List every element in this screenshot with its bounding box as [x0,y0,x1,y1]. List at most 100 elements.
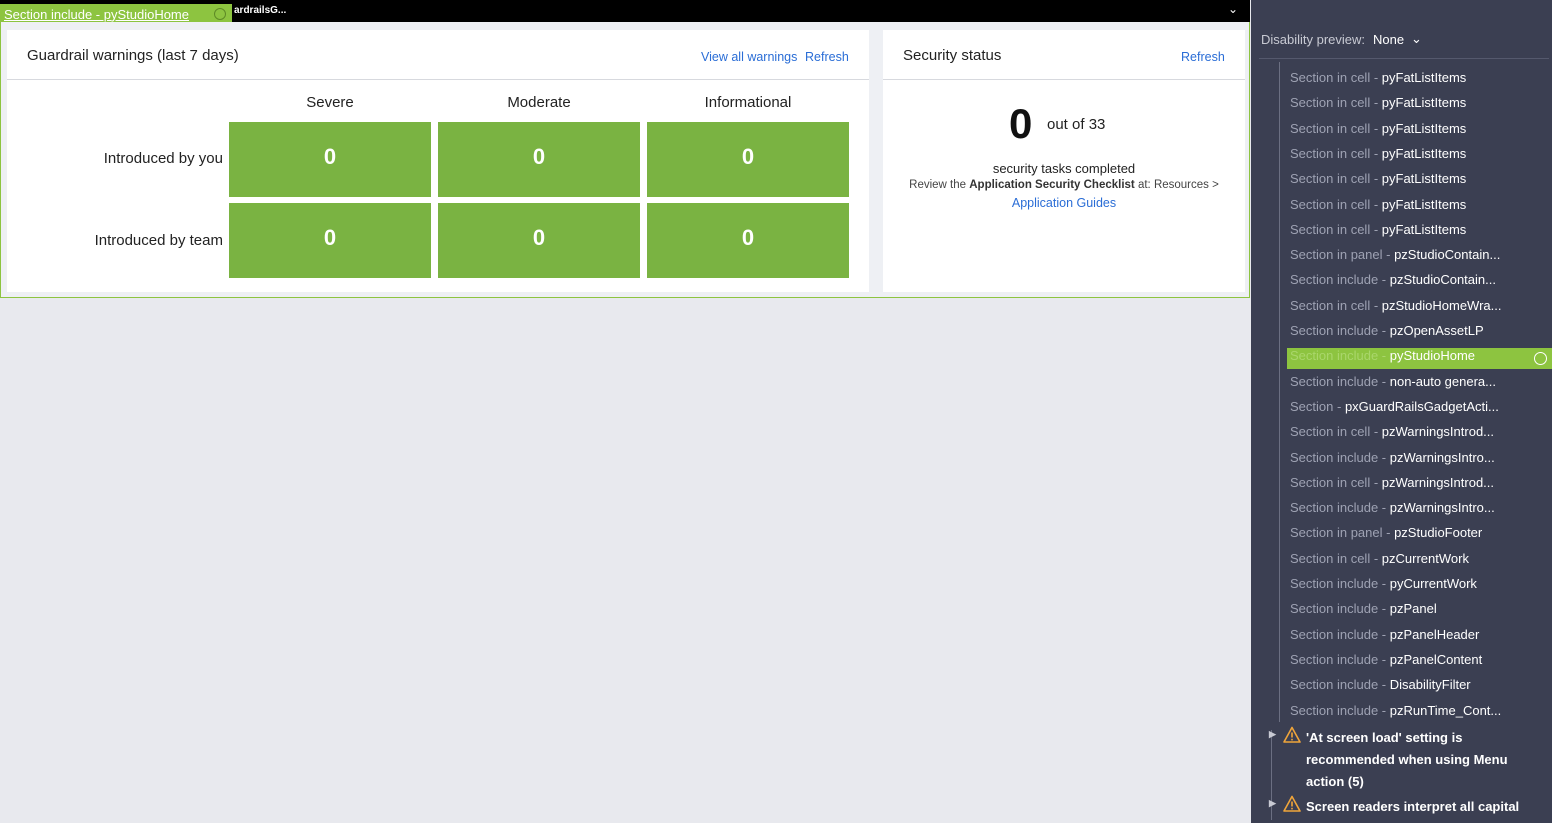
view-all-warnings-link[interactable]: View all warnings [701,50,797,64]
target-icon[interactable] [214,8,226,20]
accessibility-inspector-panel: Disability preview: None ⌄ Section in ce… [1251,0,1552,823]
security-review-text: Review the Application Security Checklis… [883,179,1245,191]
tree-item[interactable]: Section include - pzRunTime_Cont... [1290,703,1501,725]
tree-item-kind: Section include [1290,626,1379,642]
tree-item-kind: Section include [1290,500,1379,516]
tree-item-kind: Section in cell [1290,70,1371,85]
chevron-down-icon[interactable]: ⌄ [1228,2,1238,16]
highlighted-section-zone: Guardrail warnings (last 7 days) View al… [0,22,1250,298]
tree-item[interactable]: Section - pxGuardRailsGadgetActi... [1290,399,1499,421]
tree-item[interactable]: Section in cell - pyFatListItems [1290,121,1466,143]
guardrail-warnings-card: Guardrail warnings (last 7 days) View al… [7,30,869,292]
security-refresh-link[interactable]: Refresh [1181,50,1225,64]
tree-item[interactable]: Section in cell - pzStudioHomeWra... [1290,298,1501,320]
disability-preview-select[interactable]: None [1373,32,1404,47]
tree-item[interactable]: Section include - pzPanelContent [1290,652,1482,674]
tree-item-separator: - [1378,677,1390,693]
disability-preview-label: Disability preview: [1261,32,1366,47]
tree-item-separator: - [1378,373,1390,389]
tree-item[interactable]: Section in cell - pzWarningsIntrod... [1290,475,1494,497]
review-prefix: Review the [909,179,970,191]
tree-item[interactable]: Section in cell - pyFatListItems [1290,70,1466,92]
tree-item[interactable]: Section include - pzWarningsIntro... [1290,450,1495,472]
tree-item-name: pxGuardRailsGadgetActi... [1344,398,1499,414]
security-tasks-text: security tasks completed [992,161,1136,176]
tree-item-name: pzStudioFooter [1394,525,1483,541]
tree-item[interactable]: Section in cell - pyFatListItems [1290,197,1466,219]
tree-item-name: pyFatListItems [1381,145,1467,161]
tree-item-separator: - [1382,247,1395,263]
tree-item-kind: Section in cell [1290,424,1371,440]
panel-divider [1259,58,1549,59]
tree-item[interactable]: Section include - pzOpenAssetLP [1290,323,1484,345]
security-status-card: Security status Refresh 0 out of 33 secu… [883,30,1245,292]
tree-item-kind: Section include [1290,272,1379,288]
tree-item-name: pyFatListItems [1381,171,1467,187]
tree-item[interactable]: Section in cell - pyFatListItems [1290,146,1466,168]
tree-item-selected[interactable]: Section include - pyStudioHome [1287,348,1552,370]
tree-item-separator: - [1370,120,1382,136]
tree-item[interactable]: Section include - pzPanel [1290,601,1437,623]
tree-item-kind: Section in cell [1290,196,1371,212]
guardrail-card-title: Guardrail warnings (last 7 days) [27,47,239,64]
target-icon[interactable] [1534,352,1547,366]
tree-item-separator: - [1378,348,1390,364]
tree-item-kind: Section in panel [1290,525,1383,541]
tree-item-name: pzRunTime_Cont... [1389,702,1502,718]
column-header-severe: Severe [306,94,354,111]
warning-icon [1283,726,1301,743]
overlay-tag-label[interactable]: Section include - pyStudioHome [0,7,189,22]
guardrail-refresh-link[interactable]: Refresh [805,50,849,64]
review-suffix: at: Resources > [1134,179,1219,191]
tree-item-name: pzOpenAssetLP [1389,323,1484,338]
tree-item-kind: Section in cell [1290,297,1371,313]
tree-item-kind: Section include [1290,449,1379,465]
tree-item-name: DisabilityFilter [1389,677,1471,693]
tree-item-separator: - [1378,272,1390,288]
severe-by-team-tile[interactable]: 0 [229,203,431,278]
tree-item[interactable]: Section in cell - pyFatListItems [1290,95,1466,117]
informational-by-you-tile[interactable]: 0 [647,122,849,197]
tree-item[interactable]: Section in cell - pyFatListItems [1290,222,1466,244]
warning-text: Screen readers interpret all capital [1306,799,1520,814]
expand-arrow-icon[interactable]: ▶ [1269,798,1276,809]
tree-item[interactable]: Section include - pzStudioContain... [1290,272,1496,294]
tree-item-separator: - [1370,196,1382,212]
tree-item[interactable]: Section include - DisabilityFilter [1290,677,1471,699]
tree-item-separator: - [1370,171,1382,187]
tree-item-name: pzPanelContent [1389,651,1483,667]
moderate-by-team-tile[interactable]: 0 [438,203,640,278]
selected-section-overlay-tag[interactable]: Section include - pyStudioHome [0,4,232,24]
tree-item-separator: - [1382,525,1395,541]
chevron-down-icon[interactable]: ⌄ [1411,31,1422,47]
tree-item-name: pzStudioContain... [1389,272,1496,288]
tree-item-separator: - [1378,449,1390,465]
tree-item-kind: Section include [1290,323,1379,338]
tree-guide-line [1279,62,1280,722]
column-header-informational: Informational [704,94,792,111]
tree-item[interactable]: Section in cell - pzCurrentWork [1290,551,1469,573]
tree-item[interactable]: Section include - pyCurrentWork [1290,576,1477,598]
moderate-by-you-tile[interactable]: 0 [438,122,640,197]
tree-item-name: pyFatListItems [1381,196,1467,212]
tree-item[interactable]: Section in panel - pzStudioFooter [1290,525,1482,547]
tree-item[interactable]: Section in cell - pyFatListItems [1290,171,1466,193]
tree-item-name: pyFatListItems [1381,221,1467,237]
tree-item[interactable]: Section include - pzWarningsIntro... [1290,500,1495,522]
tree-item[interactable]: Section include - non-auto genera... [1290,374,1496,396]
tree-item-separator: - [1370,297,1382,313]
warning-icon [1283,795,1301,812]
tree-item[interactable]: Section in cell - pzWarningsIntrod... [1290,424,1494,446]
informational-by-team-tile[interactable]: 0 [647,203,849,278]
tree-item-kind: Section include [1290,677,1379,693]
application-guides-link[interactable]: Application Guides [883,196,1245,210]
expand-arrow-icon[interactable]: ▶ [1269,729,1276,740]
tree-item-name: pyFatListItems [1381,95,1467,111]
tree-item-separator: - [1333,398,1345,414]
tree-item[interactable]: Section include - pzPanelHeader [1290,627,1479,649]
tree-item[interactable]: Section in panel - pzStudioContain... [1290,247,1500,269]
tree-item-name: pzPanel [1389,601,1437,617]
tree-item-separator: - [1378,626,1390,642]
severe-by-you-tile[interactable]: 0 [229,122,431,197]
security-out-of-total: out of 33 [1047,116,1106,133]
